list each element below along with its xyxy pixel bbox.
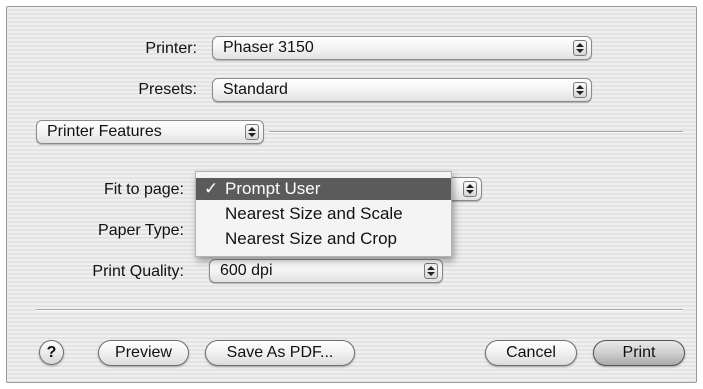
updown-arrows-icon	[573, 82, 587, 98]
fit-to-page-menu: ✓ Prompt User Nearest Size and Scale Nea…	[195, 171, 452, 257]
cancel-button[interactable]: Cancel	[485, 340, 577, 366]
fit-to-page-label: Fit to page:	[103, 181, 184, 198]
preview-button[interactable]: Preview	[98, 340, 189, 366]
panel-selector-popup[interactable]: Printer Features	[36, 120, 264, 144]
printer-popup[interactable]: Phaser 3150	[212, 36, 592, 60]
menu-item-nearest-size-and-scale[interactable]: Nearest Size and Scale	[196, 203, 451, 225]
printer-value: Phaser 3150	[223, 39, 314, 56]
updown-arrows-icon	[573, 40, 587, 56]
checkmark-icon: ✓	[204, 179, 219, 198]
presets-label: Presets:	[138, 81, 197, 98]
menu-item-label: Nearest Size and Scale	[225, 204, 403, 223]
presets-value: Standard	[223, 81, 288, 98]
print-quality-label: Print Quality:	[92, 263, 184, 280]
presets-popup[interactable]: Standard	[212, 78, 592, 102]
print-dialog: Printer: Phaser 3150 Presets: Standard P…	[6, 6, 697, 383]
print-button[interactable]: Print	[593, 340, 685, 366]
print-quality-value: 600 dpi	[220, 262, 273, 279]
section-divider	[269, 131, 683, 133]
menu-item-prompt-user[interactable]: ✓ Prompt User	[196, 178, 451, 200]
updown-arrows-icon	[463, 181, 477, 197]
print-quality-popup[interactable]: 600 dpi	[209, 259, 443, 283]
help-button[interactable]: ?	[39, 340, 64, 365]
menu-item-label: Prompt User	[225, 179, 321, 198]
panel-selector-value: Printer Features	[47, 123, 162, 140]
menu-item-label: Nearest Size and Crop	[225, 229, 397, 248]
bottom-divider	[36, 309, 683, 311]
printer-label: Printer:	[145, 40, 197, 57]
paper-type-label: Paper Type:	[98, 222, 184, 239]
updown-arrows-icon	[424, 263, 438, 279]
updown-arrows-icon	[245, 124, 259, 140]
save-as-pdf-button[interactable]: Save As PDF...	[205, 340, 355, 366]
menu-item-nearest-size-and-crop[interactable]: Nearest Size and Crop	[196, 228, 451, 250]
